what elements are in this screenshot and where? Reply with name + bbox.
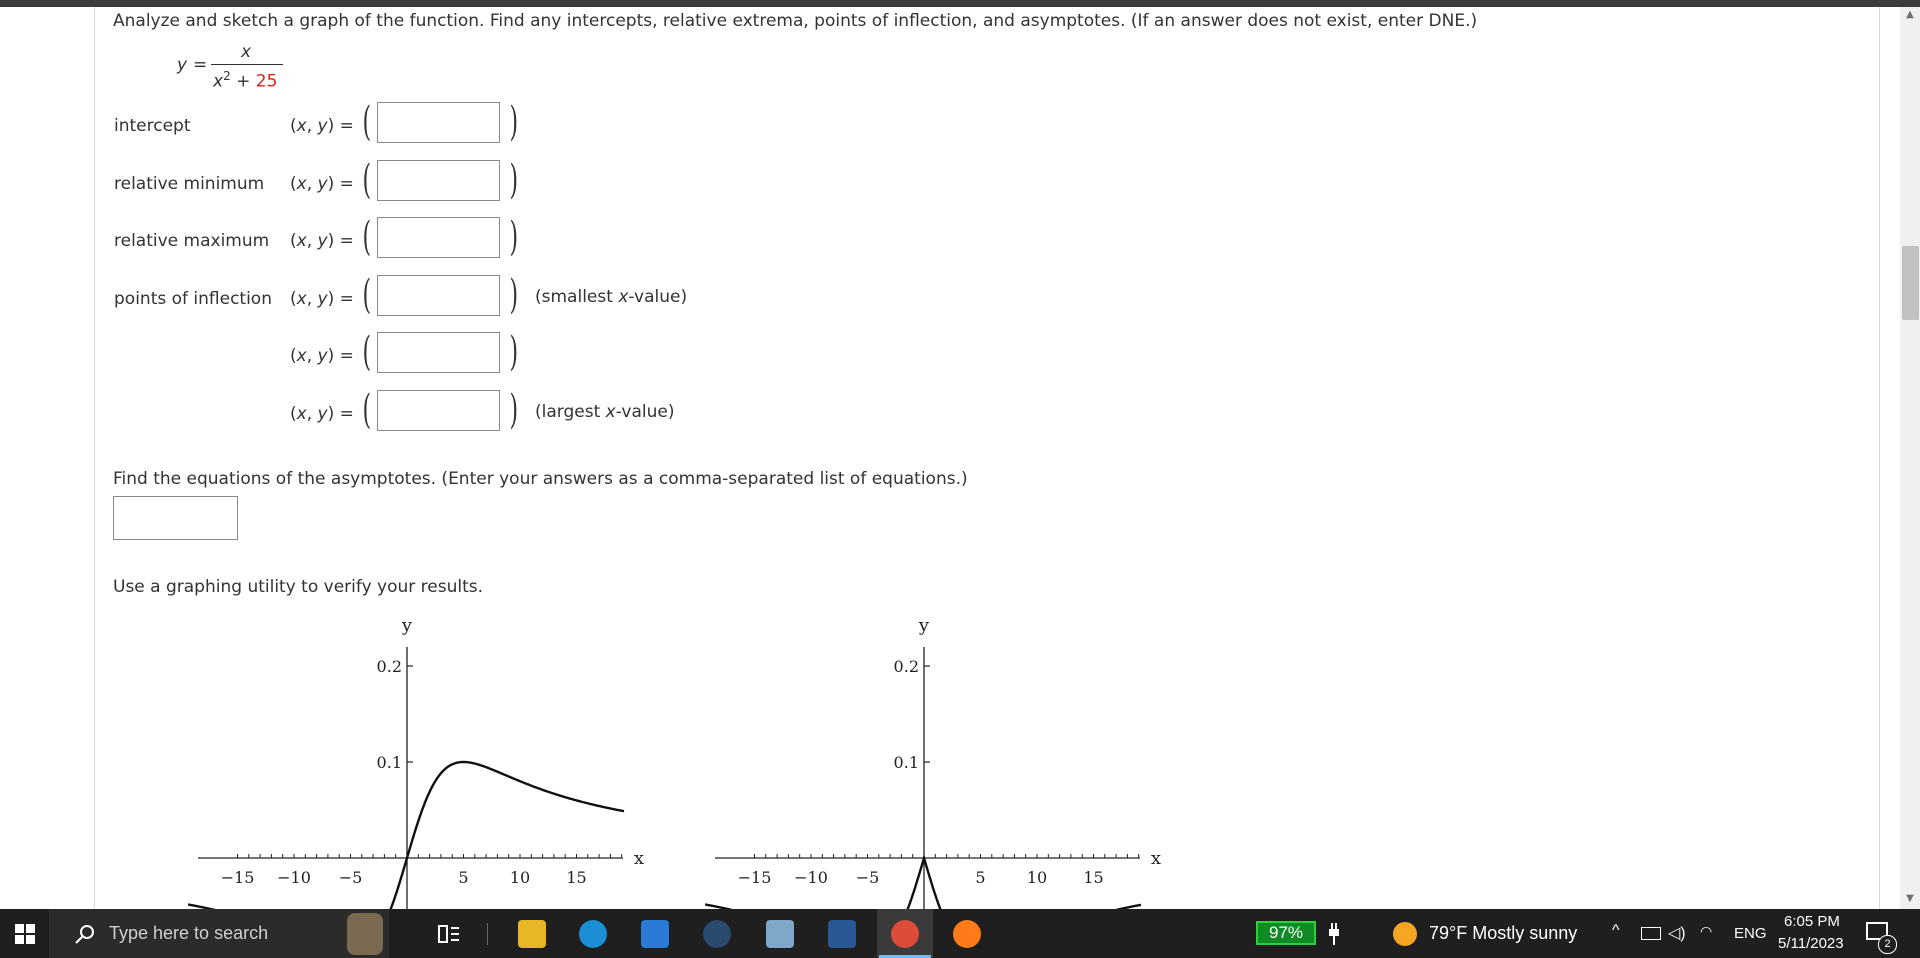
row-label-intercept: intercept	[114, 116, 191, 136]
battery-charging-icon[interactable]	[1324, 909, 1344, 958]
page-border-left	[94, 7, 95, 909]
x-axis-label: x	[634, 848, 644, 869]
inflection-point-2-input[interactable]	[377, 332, 500, 373]
search-highlight-knight-icon	[347, 913, 383, 955]
windows-taskbar: Type here to search 97% 79°F Mostly sunn…	[0, 909, 1920, 958]
xy-label: (x, y) =	[290, 231, 354, 251]
search-placeholder: Type here to search	[109, 923, 269, 943]
function-denominator: x2 + 25	[213, 69, 278, 92]
taskbar-search-box[interactable]: Type here to search	[49, 909, 389, 958]
x-tick-label: −15	[221, 868, 255, 887]
xy-label: (x, y) =	[290, 346, 354, 366]
graph-option-2[interactable]: 0.2 0.1 −15 −10 −5 5 10 15 x y	[705, 607, 1175, 909]
y-tick-label: 0.2	[377, 657, 402, 676]
row-label-points-of-inflection: points of inflection	[114, 289, 272, 309]
question-content: Analyze and sketch a graph of the functi…	[0, 7, 1880, 909]
asymptotes-input[interactable]	[113, 496, 238, 540]
page-border-right	[1879, 7, 1880, 909]
start-button[interactable]	[0, 909, 49, 958]
scroll-down-arrow-icon[interactable]: ▼	[1903, 892, 1917, 906]
close-paren: )	[509, 329, 519, 375]
network-icon[interactable]	[1641, 927, 1661, 940]
notepad-icon[interactable]	[766, 920, 794, 948]
taskbar-divider	[487, 923, 488, 945]
file-explorer-icon[interactable]	[518, 920, 546, 948]
x-tick-label: −15	[738, 868, 772, 887]
question-instruction: Analyze and sketch a graph of the functi…	[113, 11, 1478, 31]
y-tick-label: 0.2	[894, 657, 919, 676]
word-icon[interactable]	[828, 920, 856, 948]
largest-x-note: (largest x-value)	[535, 402, 675, 422]
open-paren: (	[362, 329, 372, 375]
weather-text[interactable]: 79°F Mostly sunny	[1429, 923, 1577, 944]
steam-icon[interactable]	[703, 920, 731, 948]
y-tick-label: 0.1	[377, 753, 402, 772]
open-paren: (	[362, 272, 372, 318]
scroll-up-arrow-icon[interactable]: ▲	[1903, 8, 1917, 22]
mail-icon[interactable]	[641, 920, 669, 948]
inflection-point-1-input[interactable]	[377, 275, 500, 316]
xy-label: (x, y) =	[290, 404, 354, 424]
xy-label: (x, y) =	[290, 174, 354, 194]
y-tick-label: 0.1	[894, 753, 919, 772]
x-tick-label: 10	[1027, 868, 1047, 887]
xy-label: (x, y) =	[290, 116, 354, 136]
clock-time[interactable]: 6:05 PM	[1784, 913, 1840, 930]
graph-option-1[interactable]: 0.2 0.1 −15 −10 −5 5 10 15 x y	[188, 607, 658, 909]
intercept-input[interactable]	[377, 102, 500, 143]
row-label-relative-minimum: relative minimum	[114, 174, 265, 194]
verify-text: Use a graphing utility to verify your re…	[113, 577, 484, 597]
x-tick-label: 10	[510, 868, 530, 887]
x-tick-label: −10	[794, 868, 828, 887]
y-axis-label: y	[401, 615, 413, 636]
inflection-point-3-input[interactable]	[377, 390, 500, 431]
notification-badge: 2	[1878, 935, 1897, 954]
open-paren: (	[362, 157, 372, 203]
scrollbar-thumb[interactable]	[1902, 246, 1919, 320]
volume-icon[interactable]: ◁)	[1668, 923, 1686, 943]
open-paren: (	[362, 99, 372, 145]
smallest-x-note: (smallest x-value)	[535, 287, 688, 307]
language-indicator[interactable]: ENG	[1734, 925, 1767, 942]
x-tick-label: 5	[458, 868, 468, 887]
vertical-scrollbar[interactable]	[1900, 7, 1920, 909]
firefox-icon[interactable]	[953, 920, 981, 948]
y-axis-label: y	[918, 615, 930, 636]
search-icon	[75, 925, 94, 944]
function-equals: =	[193, 55, 208, 75]
task-view-icon[interactable]	[434, 909, 464, 958]
battery-indicator[interactable]: 97%	[1256, 921, 1316, 945]
open-paren: (	[362, 214, 372, 260]
relative-minimum-input[interactable]	[377, 160, 500, 201]
row-label-relative-maximum: relative maximum	[114, 231, 270, 251]
chrome-icon[interactable]	[891, 920, 919, 948]
open-paren: (	[362, 387, 372, 433]
fraction-bar	[211, 64, 283, 65]
close-paren: )	[509, 214, 519, 260]
x-tick-label: 5	[975, 868, 985, 887]
function-numerator: x	[241, 42, 252, 62]
edge-icon[interactable]	[579, 920, 607, 948]
wifi-icon[interactable]: ◠	[1700, 923, 1712, 940]
x-tick-label: 15	[566, 868, 586, 887]
relative-maximum-input[interactable]	[377, 217, 500, 258]
x-axis-label: x	[1151, 848, 1161, 869]
xy-label: (x, y) =	[290, 289, 354, 309]
close-paren: )	[509, 272, 519, 318]
clock-date[interactable]: 5/11/2023	[1778, 935, 1844, 952]
browser-top-bar	[0, 0, 1920, 7]
x-tick-label: −5	[856, 868, 880, 887]
close-paren: )	[509, 387, 519, 433]
close-paren: )	[509, 99, 519, 145]
close-paren: )	[509, 157, 519, 203]
x-tick-label: −10	[277, 868, 311, 887]
x-tick-label: −5	[339, 868, 363, 887]
asymptotes-instruction: Find the equations of the asymptotes. (E…	[113, 469, 968, 489]
function-lhs: y	[177, 55, 188, 75]
windows-logo-icon	[14, 923, 35, 944]
x-tick-label: 15	[1083, 868, 1103, 887]
show-hidden-icons-chevron-icon[interactable]: ^	[1612, 922, 1620, 940]
weather-sun-icon[interactable]	[1393, 922, 1417, 946]
